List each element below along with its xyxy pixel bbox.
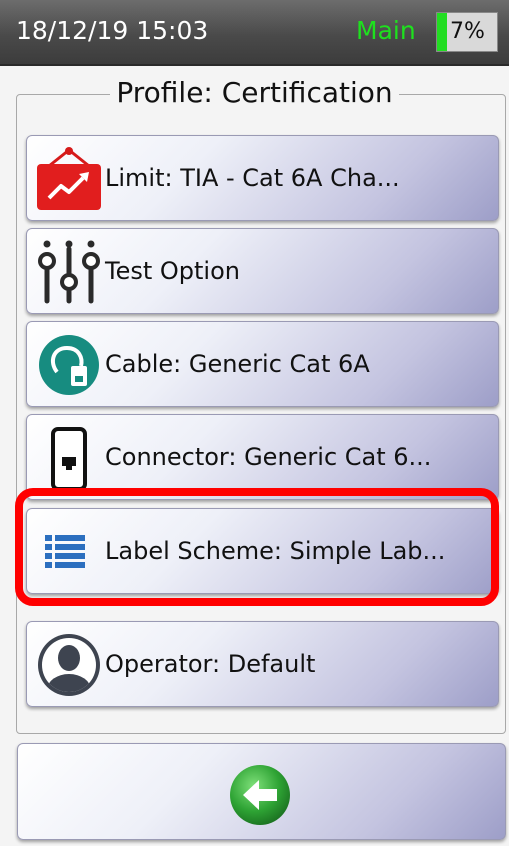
sliders-icon <box>35 239 103 305</box>
limit-label: Limit: TIA - Cat 6A Cha... <box>105 164 400 192</box>
battery-fill <box>437 13 447 51</box>
battery-percent: 7% <box>450 19 485 44</box>
highlight-box <box>15 488 499 606</box>
cable-icon <box>35 332 103 398</box>
cable-button[interactable]: Cable: Generic Cat 6A <box>26 321 499 407</box>
profile-title: Profile: Certification <box>0 76 509 109</box>
back-button[interactable] <box>17 743 506 840</box>
cable-label: Cable: Generic Cat 6A <box>105 350 370 378</box>
mode-indicator: Main <box>356 16 416 45</box>
connector-label: Connector: Generic Cat 6... <box>105 443 432 471</box>
test-option-label: Test Option <box>105 257 240 285</box>
operator-button[interactable]: Operator: Default <box>26 621 499 707</box>
status-bar: 18/12/19 15:03 Main 7% <box>0 0 509 66</box>
profile-title-text: Profile: Certification <box>110 76 399 109</box>
operator-avatar-icon <box>35 632 103 698</box>
back-arrow-icon <box>229 764 291 826</box>
operator-label: Operator: Default <box>105 650 316 678</box>
limit-chart-icon <box>35 146 103 212</box>
limit-button[interactable]: Limit: TIA - Cat 6A Cha... <box>26 135 499 221</box>
connector-icon <box>35 425 103 491</box>
battery-indicator: 7% <box>436 12 498 52</box>
datetime-display: 18/12/19 15:03 <box>16 16 209 45</box>
test-option-button[interactable]: Test Option <box>26 228 499 314</box>
